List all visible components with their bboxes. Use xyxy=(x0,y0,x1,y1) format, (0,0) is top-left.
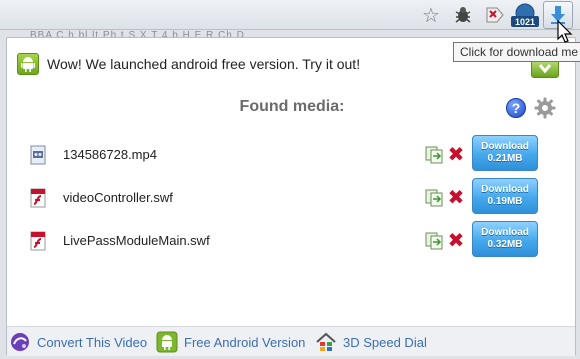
download-label: Download xyxy=(481,227,529,238)
mouse-cursor-icon xyxy=(557,20,573,43)
media-item-row: LivePassModuleMain.swf ✖ Download 0.32MB xyxy=(7,221,577,261)
flash-file-icon xyxy=(29,231,47,251)
flash-file-icon xyxy=(29,188,47,208)
video-file-icon xyxy=(29,145,47,165)
convert-icon xyxy=(9,331,31,353)
media-item-row: videoController.swf ✖ Download 0.19MB xyxy=(7,178,577,218)
download-label: Download xyxy=(481,184,529,195)
media-file-name: videoController.swf xyxy=(63,190,173,205)
downloader-popup: Wow! We launched android free version. T… xyxy=(6,37,576,356)
bookmark-star-icon[interactable]: ☆ xyxy=(418,2,444,28)
browser-toolbar: ☆ 1021 xyxy=(0,0,580,30)
delete-icon[interactable]: ✖ xyxy=(447,143,465,165)
popup-footer: Convert This Video Free Android Version xyxy=(7,326,575,356)
counter-extension-icon[interactable]: 1021 xyxy=(510,2,540,28)
convert-video-link[interactable]: Convert This Video xyxy=(9,331,147,353)
copy-link-icon[interactable] xyxy=(425,146,443,164)
free-android-link[interactable]: Free Android Version xyxy=(156,331,305,353)
banner-dismiss-button[interactable] xyxy=(531,60,559,78)
help-icon[interactable]: ? xyxy=(506,98,526,118)
android-icon xyxy=(17,53,39,75)
delete-icon[interactable]: ✖ xyxy=(447,229,465,251)
download-size: 0.32MB xyxy=(487,239,523,250)
banner-text: Wow! We launched android free version. T… xyxy=(47,56,361,72)
house-icon xyxy=(315,331,337,353)
download-button[interactable]: Download 0.21MB xyxy=(472,135,538,171)
download-size: 0.21MB xyxy=(487,153,523,164)
media-file-name: LivePassModuleMain.swf xyxy=(63,233,210,248)
promo-banner[interactable]: Wow! We launched android free version. T… xyxy=(17,52,360,76)
bug-extension-icon[interactable] xyxy=(450,2,476,28)
media-file-name: 134586728.mp4 xyxy=(63,147,157,162)
download-button[interactable]: Download 0.32MB xyxy=(472,221,538,257)
download-button[interactable]: Download 0.19MB xyxy=(472,178,538,214)
free-android-label: Free Android Version xyxy=(184,334,306,350)
found-media-title: Found media: xyxy=(239,98,345,115)
delete-icon[interactable]: ✖ xyxy=(447,186,465,208)
download-size: 0.19MB xyxy=(487,196,523,207)
speed-dial-link[interactable]: 3D Speed Dial xyxy=(315,331,427,353)
copy-link-icon[interactable] xyxy=(425,189,443,207)
tag-extension-icon[interactable] xyxy=(482,2,508,28)
android-icon xyxy=(156,331,178,353)
counter-badge-text: 1021 xyxy=(515,17,535,27)
convert-video-label: Convert This Video xyxy=(37,334,148,350)
media-item-row: 134586728.mp4 ✖ Download 0.21MB xyxy=(7,135,577,175)
speed-dial-label: 3D Speed Dial xyxy=(343,334,427,350)
copy-link-icon[interactable] xyxy=(425,232,443,250)
settings-gear-icon[interactable] xyxy=(534,97,556,119)
download-tooltip: Click for download me xyxy=(453,42,580,62)
download-label: Download xyxy=(481,141,529,152)
